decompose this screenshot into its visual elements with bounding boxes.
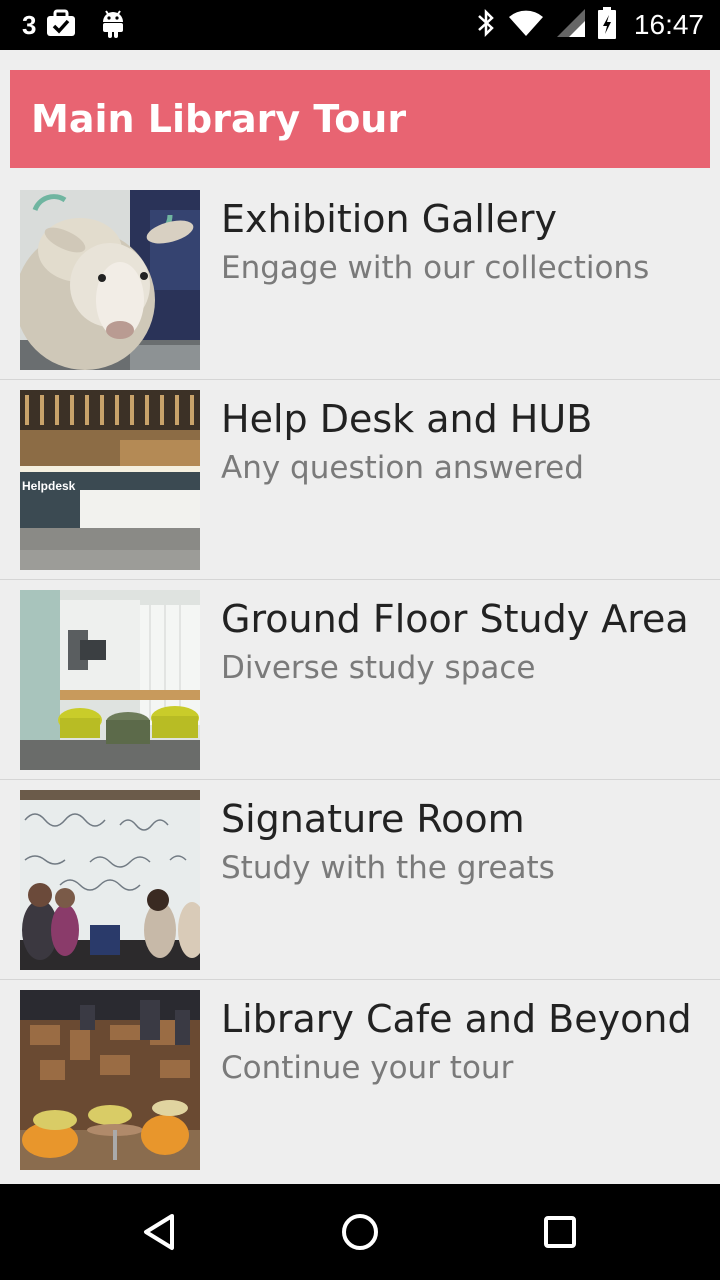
help-desk-thumbnail: Helpdesk xyxy=(20,390,200,570)
home-icon[interactable] xyxy=(332,1204,388,1260)
helpdesk-sign-text: Helpdesk xyxy=(22,479,76,493)
item-title: Exhibition Gallery xyxy=(221,197,558,241)
item-title: Signature Room xyxy=(221,797,525,841)
list-item-exhibition-gallery[interactable]: Exhibition Gallery Engage with our colle… xyxy=(0,180,720,380)
item-subtitle: Study with the greats xyxy=(221,850,555,886)
list-item-library-cafe[interactable]: Library Cafe and Beyond Continue your to… xyxy=(0,980,720,1180)
recents-icon[interactable] xyxy=(532,1204,588,1260)
app-bar: Main Library Tour xyxy=(10,70,710,168)
signal-icon xyxy=(556,8,586,42)
tour-list: Exhibition Gallery Engage with our colle… xyxy=(0,180,720,1180)
navigation-bar xyxy=(0,1184,720,1280)
android-icon xyxy=(100,8,126,42)
briefcase-check-icon xyxy=(46,9,76,41)
list-item-signature-room[interactable]: Signature Room Study with the greats xyxy=(0,780,720,980)
bluetooth-icon xyxy=(476,8,496,42)
battery-charging-icon xyxy=(597,7,616,43)
page-title: Main Library Tour xyxy=(31,97,407,141)
item-title: Ground Floor Study Area xyxy=(221,597,689,641)
notification-count: 3 xyxy=(22,9,37,40)
item-subtitle: Diverse study space xyxy=(221,650,536,686)
item-subtitle: Any question answered xyxy=(221,450,584,486)
ground-floor-thumbnail xyxy=(20,590,200,770)
signature-room-thumbnail xyxy=(20,790,200,970)
clock: 16:47 xyxy=(633,9,704,40)
library-cafe-thumbnail xyxy=(20,990,200,1170)
item-subtitle: Continue your tour xyxy=(221,1050,514,1086)
back-icon[interactable] xyxy=(132,1204,188,1260)
item-subtitle: Engage with our collections xyxy=(221,250,650,286)
item-title: Help Desk and HUB xyxy=(221,397,593,441)
list-item-help-desk[interactable]: Helpdesk Help Desk and HUB Any question … xyxy=(0,380,720,580)
wifi-icon xyxy=(508,9,544,41)
exhibition-gallery-thumbnail xyxy=(20,190,200,370)
list-item-ground-floor-study-area[interactable]: Ground Floor Study Area Diverse study sp… xyxy=(0,580,720,780)
status-bar: 3 16:47 xyxy=(0,0,720,50)
item-title: Library Cafe and Beyond xyxy=(221,997,692,1041)
